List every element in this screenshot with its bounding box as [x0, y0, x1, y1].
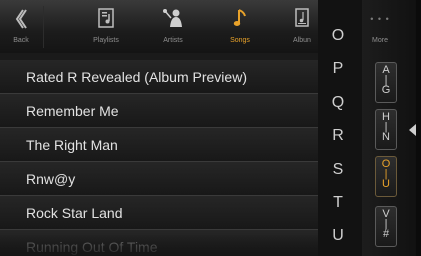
- panel-handle-arrow-icon[interactable]: [409, 124, 416, 136]
- list-item[interactable]: The Right Man: [0, 128, 318, 162]
- group-end-letter: G: [381, 84, 391, 96]
- song-title: Rock Star Land: [26, 205, 123, 221]
- more-dots-icon: • • •: [370, 14, 390, 24]
- top-toolbar: Back Playlists Artists Songs Albun: [0, 0, 318, 54]
- back-button[interactable]: Back: [0, 0, 42, 53]
- back-chevron-icon: [15, 9, 27, 29]
- song-list: Rated R Revealed (Album Preview) Remembe…: [0, 53, 318, 256]
- tab-artists[interactable]: Artists: [150, 0, 196, 53]
- playlist-icon: [98, 8, 114, 28]
- tab-songs-label: Songs: [230, 37, 250, 44]
- song-title: Rated R Revealed (Album Preview): [26, 69, 247, 85]
- index-letter[interactable]: P: [318, 60, 358, 78]
- alphabet-index[interactable]: O P Q R S T U: [318, 0, 362, 256]
- tab-albums[interactable]: Albun: [286, 0, 318, 53]
- tab-albums-label: Albun: [293, 37, 311, 44]
- toolbar-divider: [43, 6, 44, 48]
- song-title: Rnw@y: [26, 171, 76, 187]
- more-button[interactable]: • • • More: [362, 0, 398, 53]
- index-letter[interactable]: Q: [318, 94, 358, 112]
- song-title: Running Out Of Time: [26, 239, 158, 255]
- index-letter[interactable]: U: [318, 227, 358, 245]
- screen-edge: [416, 0, 421, 256]
- song-title: Remember Me: [26, 103, 119, 119]
- artist-icon: [163, 9, 182, 27]
- music-browser-screen: Back Playlists Artists Songs Albun Rated…: [0, 0, 421, 256]
- letter-group-v-hash[interactable]: V | #: [375, 206, 397, 247]
- index-letter[interactable]: T: [318, 194, 358, 212]
- group-end-letter: N: [382, 131, 390, 143]
- tab-playlists[interactable]: Playlists: [84, 0, 128, 53]
- list-item[interactable]: Rated R Revealed (Album Preview): [0, 60, 318, 94]
- index-letter[interactable]: S: [318, 161, 358, 179]
- song-title: The Right Man: [26, 137, 118, 153]
- tab-playlists-label: Playlists: [93, 37, 119, 44]
- tab-songs[interactable]: Songs: [220, 0, 260, 53]
- list-item[interactable]: Remember Me: [0, 94, 318, 128]
- back-label: Back: [13, 37, 29, 44]
- more-label: More: [372, 37, 388, 44]
- letter-group-h-n[interactable]: H | N: [375, 109, 397, 150]
- tab-artists-label: Artists: [163, 37, 183, 44]
- letter-group-a-g[interactable]: A | G: [375, 62, 397, 103]
- list-item[interactable]: Rock Star Land: [0, 196, 318, 230]
- group-end-letter: U: [382, 178, 390, 190]
- album-icon: [295, 8, 309, 27]
- list-item[interactable]: Rnw@y: [0, 162, 318, 196]
- group-end-letter: #: [382, 228, 390, 240]
- index-letter[interactable]: O: [318, 27, 358, 45]
- music-note-icon: [233, 9, 246, 26]
- index-letter[interactable]: R: [318, 127, 358, 145]
- letter-group-o-u[interactable]: O | U: [375, 156, 397, 197]
- list-item[interactable]: Running Out Of Time: [0, 230, 318, 256]
